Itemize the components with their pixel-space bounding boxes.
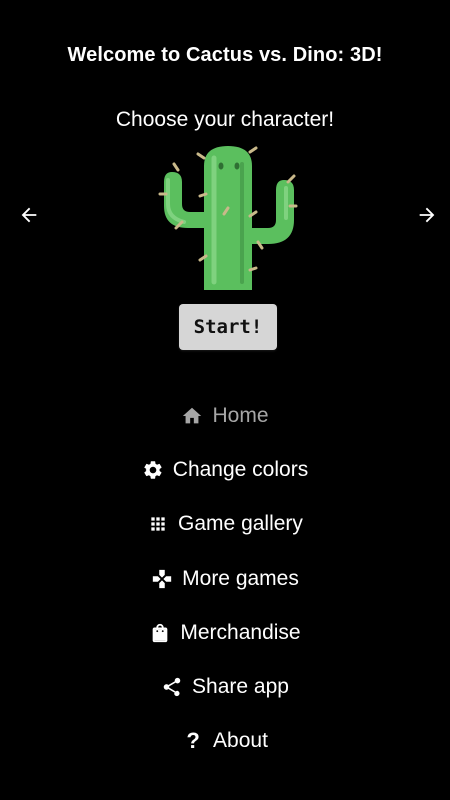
menu-item-label: Merchandise [180,620,301,644]
grid-icon [147,513,169,535]
gamepad-icon [151,568,173,590]
menu-item-more-games[interactable]: More games [0,552,450,606]
question-icon: ? [186,728,200,754]
menu-item-home[interactable]: Home [0,389,450,443]
cactus-icon [158,146,298,290]
home-icon [181,405,203,427]
share-icon [161,676,183,698]
menu-item-change-colors[interactable]: Change colors [0,443,450,497]
menu-item-label: More games [182,566,299,590]
start-button[interactable]: Start! [179,304,277,350]
arrow-left-icon [21,207,37,223]
main-menu: Home Change colors Game gallery More gam… [0,389,450,768]
gear-icon [142,459,164,481]
menu-item-label: About [213,729,268,753]
arrow-right-icon [419,207,435,223]
menu-item-merchandise[interactable]: Merchandise [0,606,450,660]
page-title: Welcome to Cactus vs. Dino: 3D! [67,44,383,66]
next-character-button[interactable] [413,201,441,229]
menu-item-label: Share app [192,675,289,699]
menu-item-label: Home [212,404,269,428]
menu-item-about[interactable]: ? About [0,714,450,768]
menu-item-game-gallery[interactable]: Game gallery [0,497,450,551]
menu-item-share-app[interactable]: Share app [0,660,450,714]
previous-character-button[interactable] [15,201,43,229]
menu-item-label: Game gallery [178,512,303,536]
page-subtitle: Choose your character! [115,108,335,131]
shopping-bag-icon [149,622,171,644]
character-preview[interactable] [158,144,298,290]
menu-item-label: Change colors [172,458,309,482]
